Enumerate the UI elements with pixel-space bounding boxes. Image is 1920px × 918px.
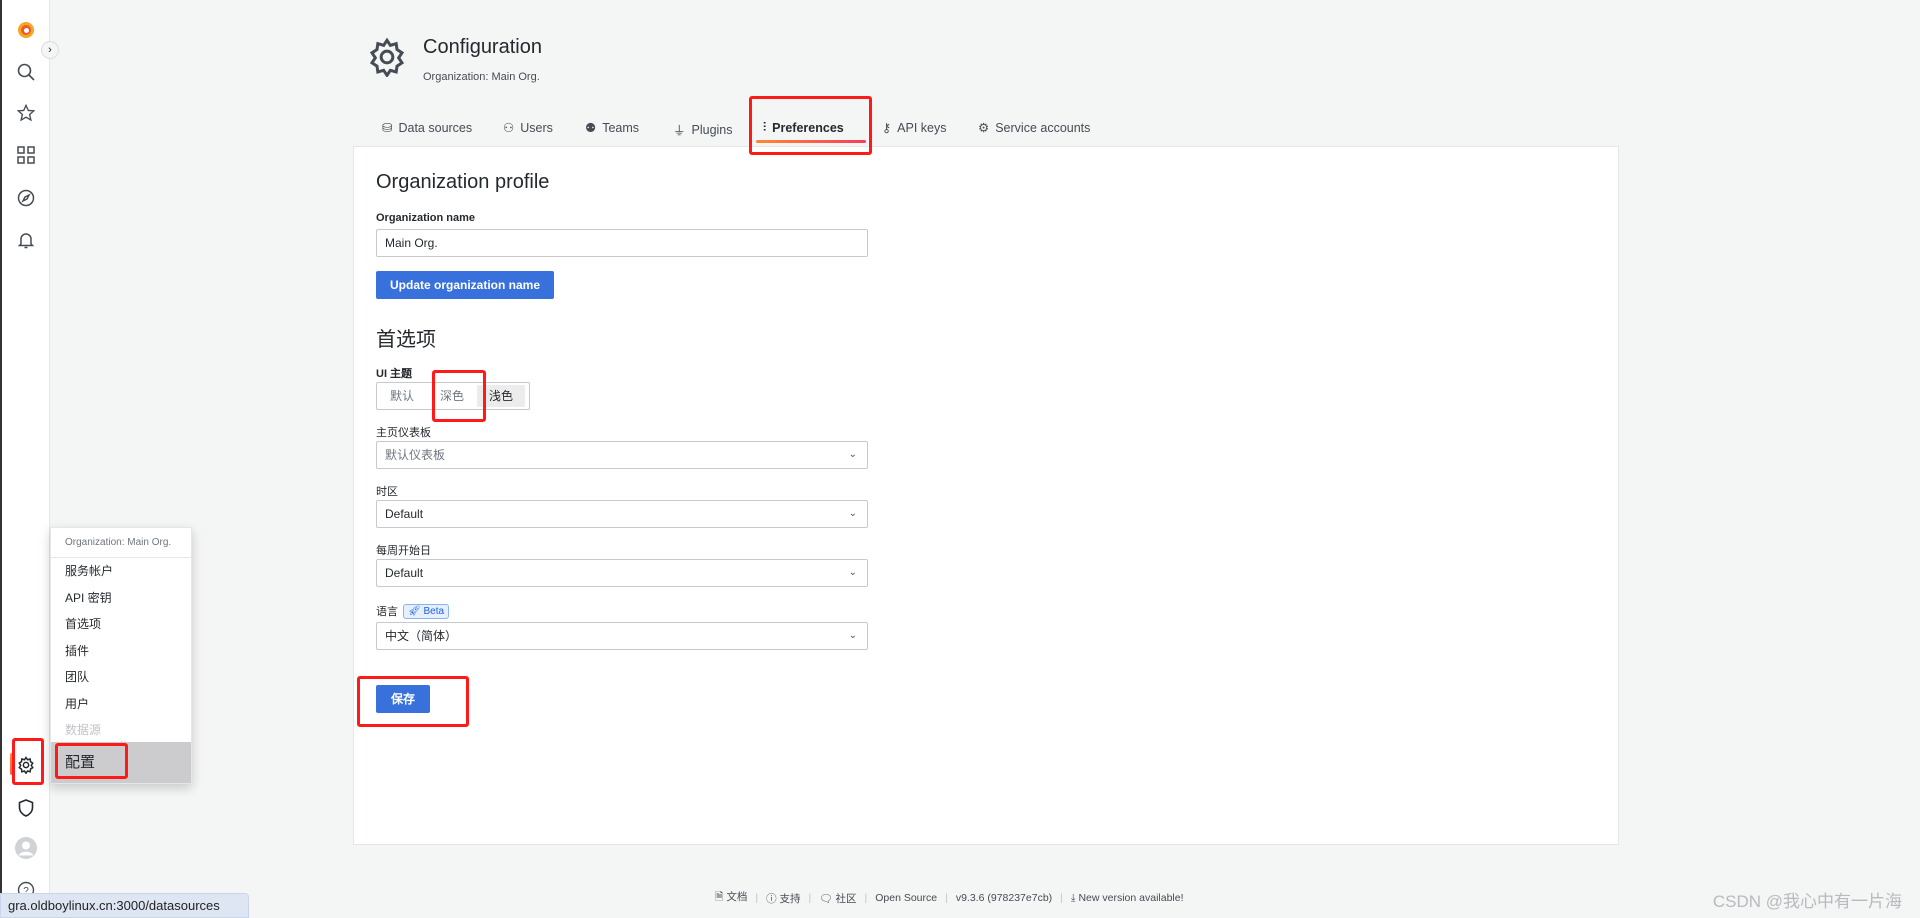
gear-icon[interactable] (14, 753, 38, 777)
community-text: 社区 (835, 892, 857, 905)
sidebar: ? (0, 0, 50, 918)
key-icon: ⚷ (882, 121, 892, 135)
menu-item-teams[interactable]: 团队 (51, 664, 191, 691)
tab-label: Data sources (398, 120, 473, 135)
footer-version: v9.3.6 (978237e7cb) (955, 892, 1053, 904)
expand-sidebar-button[interactable]: › (41, 41, 59, 59)
avatar[interactable] (14, 836, 38, 860)
grafana-logo-icon[interactable] (14, 18, 38, 42)
configuration-submenu: Organization: Main Org. 服务帐户 API 密钥 首选项 … (50, 527, 192, 784)
tab-service-accounts[interactable]: ⚙ Service accounts (978, 120, 1091, 136)
home-dashboard-select[interactable]: 默认仪表板 ⌄ (376, 441, 868, 469)
week-start-select[interactable]: Default ⌄ (376, 559, 868, 587)
theme-radio-group: 默认 深色 浅色 (376, 382, 530, 410)
user-cog-icon: ⚙ (978, 121, 990, 135)
users-icon: ⚉ (585, 121, 597, 135)
menu-item-plugins[interactable]: 插件 (51, 638, 191, 665)
sliders-icon: ⫶ (763, 120, 767, 134)
org-name-input[interactable]: Main Org. (376, 229, 868, 257)
footer-open-source-link[interactable]: Open Source (875, 892, 937, 904)
ui-theme-label: UI 主题 (376, 368, 413, 380)
tab-users[interactable]: ⚇ Users (503, 120, 553, 136)
tab-teams[interactable]: ⚉ Teams (585, 120, 640, 136)
menu-header: Organization: Main Org. (51, 528, 191, 558)
footer: 🗎︎ 文档 | ⓘ 支持 | 🗨︎ 社区 | Open Source | v9.3.6 … (715, 889, 1184, 907)
search-icon[interactable] (14, 60, 38, 84)
new-version-text: New version available! (1078, 891, 1184, 904)
footer-support-link[interactable]: ⓘ 支持 (766, 891, 800, 906)
tab-label: Plugins (691, 122, 733, 137)
language-select[interactable]: 中文（简体） ⌄ (376, 622, 868, 650)
tab-api-keys[interactable]: ⚷ API keys (882, 120, 947, 136)
bell-alerting-icon[interactable] (14, 228, 38, 252)
week-start-label: 每周开始日 (376, 545, 431, 557)
footer-docs-link[interactable]: 🗎︎ 文档 (715, 889, 747, 907)
menu-item-configuration[interactable]: 配置 (51, 742, 191, 783)
tab-label: Preferences (772, 120, 844, 135)
language-label-row: 语言 🚀︎ Beta (376, 603, 450, 619)
theme-option-dark[interactable]: 深色 (427, 383, 477, 409)
menu-item-preferences[interactable]: 首选项 (51, 611, 191, 638)
menu-item-service-accounts[interactable]: 服务帐户 (51, 558, 191, 585)
timezone-select[interactable]: Default ⌄ (376, 500, 868, 528)
csdn-watermark: CSDN @我心中有一片海 (1712, 892, 1902, 911)
select-value: 默认仪表板 (385, 448, 446, 462)
org-name-label: Organization name (376, 212, 476, 224)
rocket-icon: 🚀︎ (408, 605, 421, 617)
update-org-name-button[interactable]: Update organization name (376, 271, 555, 299)
chevron-down-icon: ⌄ (848, 449, 857, 460)
page-subtitle: Organization: Main Org. (423, 71, 540, 83)
plug-icon: ⏚ (673, 124, 686, 138)
tab-data-sources[interactable]: ⛁ Data sources (382, 120, 473, 136)
star-icon[interactable] (14, 101, 38, 125)
tab-plugins[interactable]: ⏚ Plugins (673, 120, 733, 139)
support-text: 支持 (779, 892, 801, 905)
active-tab-underline (756, 140, 866, 143)
language-label: 语言 (376, 606, 398, 618)
save-button[interactable]: 保存 (376, 685, 431, 713)
menu-item-api-keys[interactable]: API 密钥 (51, 585, 191, 612)
tab-preferences[interactable]: ⫶ Preferences (763, 120, 844, 135)
tab-label: Teams (602, 120, 640, 135)
chevron-down-icon: ⌄ (848, 508, 857, 519)
select-value: Default (385, 507, 424, 521)
compass-explore-icon[interactable] (14, 186, 38, 210)
preferences-heading: 首选项 (376, 329, 436, 351)
org-profile-heading: Organization profile (376, 171, 550, 193)
beta-badge: 🚀︎ Beta (403, 603, 450, 619)
select-value: 中文（简体） (385, 629, 458, 643)
menu-item-users[interactable]: 用户 (51, 691, 191, 718)
timezone-label: 时区 (376, 486, 398, 498)
home-dashboard-label: 主页仪表板 (376, 427, 431, 439)
user-icon: ⚇ (503, 121, 515, 135)
footer-new-version-link[interactable]: ⤓ New version available! (1071, 892, 1184, 905)
tab-label: Service accounts (995, 120, 1091, 135)
beta-text: Beta (423, 605, 445, 617)
select-value: Default (385, 566, 424, 580)
shield-icon[interactable] (14, 796, 38, 820)
gear-icon (367, 37, 407, 82)
page-title: Configuration (423, 36, 542, 58)
docs-text: 文档 (726, 891, 748, 903)
chevron-down-icon: ⌄ (848, 567, 857, 578)
tab-label: Users (520, 120, 553, 135)
chevron-down-icon: ⌄ (848, 630, 857, 641)
database-icon: ⛁ (382, 121, 393, 135)
theme-option-light[interactable]: 浅色 (477, 385, 525, 407)
tab-label: API keys (897, 120, 947, 135)
footer-community-link[interactable]: 🗨︎ 社区 (819, 891, 856, 906)
preferences-panel: Organization profile Organization name M… (353, 146, 1619, 845)
status-bar-url: gra.oldboylinux.cn:3000/datasources (0, 893, 249, 918)
dashboards-grid-icon[interactable] (14, 143, 38, 167)
theme-option-default[interactable]: 默认 (377, 383, 427, 409)
